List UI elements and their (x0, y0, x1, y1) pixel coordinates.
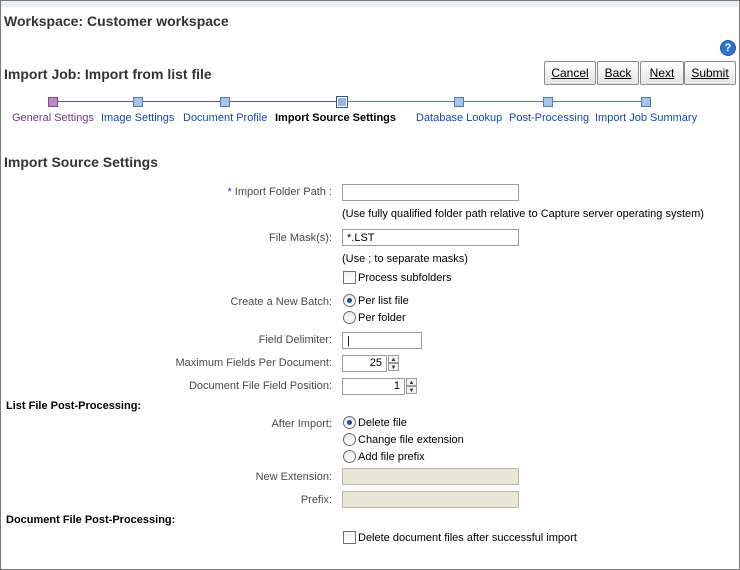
prefix-label: Prefix: (300, 494, 332, 506)
cancel-button-label: Cancel (551, 66, 589, 80)
doc-field-position-label: Document File Field Position: (188, 380, 332, 392)
back-button-label: Back (604, 66, 632, 80)
prefix-input (342, 491, 519, 508)
next-button[interactable]: Next (640, 61, 684, 85)
after-import-add-prefix-label: Add file prefix (358, 451, 425, 463)
after-import-add-prefix-radio[interactable] (343, 450, 356, 463)
doc-field-position-input[interactable]: 1 (342, 378, 405, 395)
max-fields-up-icon[interactable]: ▲ (388, 355, 399, 363)
submit-button[interactable]: Submit (684, 61, 736, 85)
section-title: Import Source Settings (4, 154, 159, 170)
train-stop-post-processing[interactable] (543, 97, 553, 107)
import-folder-path-help: (Use fully qualified folder path relativ… (342, 208, 704, 220)
field-delimiter-label: Field Delimiter: (258, 334, 332, 346)
after-import-change-ext-label: Change file extension (358, 434, 464, 446)
submit-button-label: Submit (691, 66, 729, 80)
new-extension-input (342, 468, 519, 485)
page-title: Import Job: Import from list file (4, 66, 212, 82)
required-marker: * (227, 186, 232, 198)
cancel-button[interactable]: Cancel (544, 61, 596, 85)
train-line-remaining (342, 101, 647, 102)
train-label-general-settings[interactable]: General Settings (12, 112, 94, 124)
list-post-processing-heading: List File Post-Processing: (6, 400, 142, 412)
max-fields-label: Maximum Fields Per Document: (175, 357, 333, 369)
after-import-delete-label: Delete file (358, 417, 407, 429)
doc-field-position-down-icon[interactable]: ▼ (406, 386, 417, 394)
import-folder-path-label-text: Import Folder Path : (234, 186, 332, 198)
next-button-label: Next (649, 66, 675, 80)
doc-field-position-up-icon[interactable]: ▲ (406, 378, 417, 386)
file-mask-input[interactable]: *.LST (342, 229, 519, 246)
create-batch-label: Create a New Batch: (230, 296, 333, 308)
field-delimiter-input[interactable]: | (342, 332, 422, 349)
process-subfolders-label: Process subfolders (358, 272, 452, 284)
delete-docs-checkbox[interactable] (343, 531, 356, 544)
train-line-visited (53, 101, 342, 102)
new-extension-label: New Extension: (255, 471, 332, 483)
process-subfolders-checkbox[interactable] (343, 271, 356, 284)
train-stop-import-job-summary[interactable] (641, 97, 651, 107)
batch-per-folder-radio[interactable] (343, 311, 356, 324)
file-mask-help: (Use ; to separate masks) (342, 253, 468, 265)
help-icon[interactable]: ? (720, 40, 736, 56)
file-mask-label: File Mask(s): (269, 232, 332, 244)
after-import-change-ext-radio[interactable] (343, 433, 356, 446)
train-label-post-processing[interactable]: Post-Processing (509, 112, 589, 124)
back-button[interactable]: Back (597, 61, 639, 85)
batch-per-list-file-radio[interactable] (343, 294, 356, 307)
max-fields-down-icon[interactable]: ▼ (388, 363, 399, 371)
max-fields-input[interactable]: 25 (342, 355, 387, 372)
after-import-delete-radio[interactable] (343, 416, 356, 429)
train-stop-document-profile[interactable] (220, 97, 230, 107)
import-folder-path-input[interactable] (342, 184, 519, 201)
train-label-import-job-summary[interactable]: Import Job Summary (595, 112, 697, 124)
batch-per-list-file-label: Per list file (358, 295, 409, 307)
train-stop-database-lookup[interactable] (454, 97, 464, 107)
train-label-image-settings[interactable]: Image Settings (101, 112, 174, 124)
train-label-database-lookup[interactable]: Database Lookup (416, 112, 502, 124)
doc-post-processing-heading: Document File Post-Processing: (6, 514, 176, 526)
workspace-title: Workspace: Customer workspace (4, 13, 229, 29)
train-label-document-profile[interactable]: Document Profile (183, 112, 267, 124)
train-stop-general-settings[interactable] (48, 97, 58, 107)
after-import-label: After Import: (271, 418, 332, 430)
train-stop-import-source-settings (336, 96, 348, 108)
train-label-import-source-settings: Import Source Settings (275, 112, 397, 124)
delete-docs-label: Delete document files after successful i… (358, 532, 577, 544)
train-stop-image-settings[interactable] (133, 97, 143, 107)
top-strip (1, 1, 738, 7)
batch-per-folder-label: Per folder (358, 312, 406, 324)
import-folder-path-label: * Import Folder Path : (227, 186, 332, 198)
